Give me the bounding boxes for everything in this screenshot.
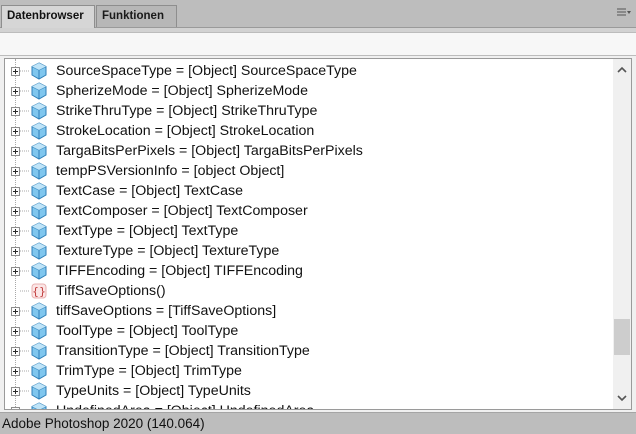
tree-connector bbox=[16, 221, 30, 241]
tree-row-label: StrokeLocation = [Object] StrokeLocation bbox=[56, 123, 315, 139]
tree-row-label: TypeUnits = [Object] TypeUnits bbox=[56, 383, 251, 399]
tree-connector bbox=[16, 261, 30, 281]
tree-row[interactable]: TargaBitsPerPixels = [Object] TargaBitsP… bbox=[5, 141, 605, 161]
tree-row-label: tempPSVersionInfo = [object Object] bbox=[56, 163, 285, 179]
tree-row-label: TransitionType = [Object] TransitionType bbox=[56, 343, 310, 359]
object-icon bbox=[30, 122, 48, 140]
status-text: Adobe Photoshop 2020 (140.064) bbox=[2, 416, 205, 431]
filter-input[interactable] bbox=[0, 32, 636, 56]
tree-row-label: ToolType = [Object] ToolType bbox=[56, 323, 239, 339]
tree-connector bbox=[16, 201, 30, 221]
tree-connector bbox=[16, 81, 30, 101]
tree-row-label: TIFFEncoding = [Object] TIFFEncoding bbox=[56, 263, 303, 279]
tree-row-label: tiffSaveOptions = [TiffSaveOptions] bbox=[56, 303, 277, 319]
tree-row[interactable]: TextCase = [Object] TextCase bbox=[5, 181, 605, 201]
tree-row-label: SourceSpaceType = [Object] SourceSpaceTy… bbox=[56, 63, 357, 79]
object-icon bbox=[30, 182, 48, 200]
tab-funktionen[interactable]: Funktionen bbox=[96, 5, 177, 27]
object-icon bbox=[30, 342, 48, 360]
svg-text:{}: {} bbox=[32, 285, 46, 298]
tree-row[interactable]: SpherizeMode = [Object] SpherizeMode bbox=[5, 81, 605, 101]
tree-row[interactable]: StrikeThruType = [Object] StrikeThruType bbox=[5, 101, 605, 121]
tree-connector bbox=[16, 401, 30, 409]
object-icon bbox=[30, 222, 48, 240]
scrollbar-thumb[interactable] bbox=[614, 319, 630, 355]
tab-datenbrowser[interactable]: Datenbrowser bbox=[1, 5, 95, 28]
tree-connector bbox=[16, 101, 30, 121]
panel-tab-bar: Datenbrowser Funktionen bbox=[0, 0, 636, 28]
tree-row[interactable]: StrokeLocation = [Object] StrokeLocation bbox=[5, 121, 605, 141]
tree-row[interactable]: TIFFEncoding = [Object] TIFFEncoding bbox=[5, 261, 605, 281]
tree-connector bbox=[16, 181, 30, 201]
tree-row[interactable]: TextType = [Object] TextType bbox=[5, 221, 605, 241]
tree-row-label: TrimType = [Object] TrimType bbox=[56, 363, 242, 379]
tree-connector bbox=[16, 141, 30, 161]
tree-row[interactable]: TransitionType = [Object] TransitionType bbox=[5, 341, 605, 361]
tree-row[interactable]: TrimType = [Object] TrimType bbox=[5, 361, 605, 381]
object-icon bbox=[30, 202, 48, 220]
tree-row[interactable]: TextureType = [Object] TextureType bbox=[5, 241, 605, 261]
tree-connector bbox=[16, 61, 30, 81]
tree-row-label: TextType = [Object] TextType bbox=[56, 223, 239, 239]
tree-connector bbox=[16, 301, 30, 321]
tree-connector bbox=[16, 361, 30, 381]
object-icon bbox=[30, 322, 48, 340]
scroll-up-icon[interactable] bbox=[613, 61, 631, 79]
tree-connector bbox=[16, 321, 30, 341]
vertical-scrollbar[interactable] bbox=[613, 59, 631, 409]
tree-row[interactable]: UndefinedArea = [Object] UndefinedArea bbox=[5, 401, 605, 409]
tree-row[interactable]: SourceSpaceType = [Object] SourceSpaceTy… bbox=[5, 61, 605, 81]
object-icon bbox=[30, 402, 48, 409]
object-icon bbox=[30, 82, 48, 100]
tree-row-label: TextCase = [Object] TextCase bbox=[56, 183, 244, 199]
data-browser-tree[interactable]: SourceSpaceType = [Object] SourceSpaceTy… bbox=[4, 58, 632, 410]
object-icon bbox=[30, 302, 48, 320]
object-icon bbox=[30, 102, 48, 120]
object-icon bbox=[30, 362, 48, 380]
tree-row-label: SpherizeMode = [Object] SpherizeMode bbox=[56, 83, 308, 99]
tree-row[interactable]: ToolType = [Object] ToolType bbox=[5, 321, 605, 341]
tree-connector bbox=[16, 121, 30, 141]
tree-row-label: TextComposer = [Object] TextComposer bbox=[56, 203, 308, 219]
tree-row[interactable]: tiffSaveOptions = [TiffSaveOptions] bbox=[5, 301, 605, 321]
tree-row[interactable]: {} TiffSaveOptions() bbox=[5, 281, 605, 301]
tree-row[interactable]: tempPSVersionInfo = [object Object] bbox=[5, 161, 605, 181]
tree-row-label: TextureType = [Object] TextureType bbox=[56, 243, 280, 259]
tree-row-label: TiffSaveOptions() bbox=[56, 283, 166, 299]
object-icon bbox=[30, 382, 48, 400]
tree-connector bbox=[16, 381, 30, 401]
tree-row[interactable]: TextComposer = [Object] TextComposer bbox=[5, 201, 605, 221]
tree-connector bbox=[16, 161, 30, 181]
function-icon: {} bbox=[30, 282, 48, 300]
tree-connector bbox=[16, 341, 30, 361]
panel-menu-icon[interactable] bbox=[617, 8, 631, 18]
tree-connector bbox=[16, 241, 30, 261]
object-icon bbox=[30, 162, 48, 180]
status-bar: Adobe Photoshop 2020 (140.064) bbox=[0, 412, 636, 434]
tree-connector bbox=[16, 281, 30, 301]
tree-row-label: StrikeThruType = [Object] StrikeThruType bbox=[56, 103, 318, 119]
tree-row-label: TargaBitsPerPixels = [Object] TargaBitsP… bbox=[56, 143, 363, 159]
tree-row[interactable]: TypeUnits = [Object] TypeUnits bbox=[5, 381, 605, 401]
object-icon bbox=[30, 62, 48, 80]
tree-row-label: UndefinedArea = [Object] UndefinedArea bbox=[56, 401, 314, 409]
object-icon bbox=[30, 262, 48, 280]
object-icon bbox=[30, 242, 48, 260]
object-icon bbox=[30, 142, 48, 160]
scroll-down-icon[interactable] bbox=[613, 389, 631, 407]
